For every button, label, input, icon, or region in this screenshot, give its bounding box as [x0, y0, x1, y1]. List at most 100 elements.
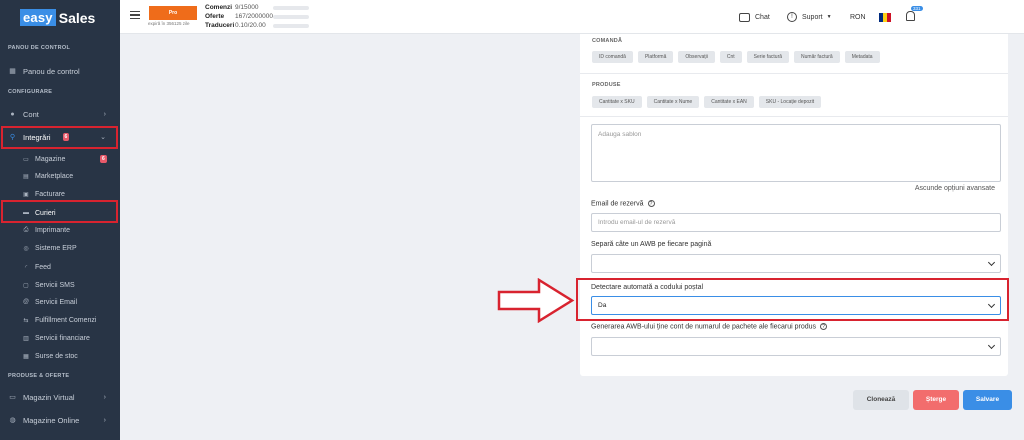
sidebar-item-label: Servicii Email [35, 298, 78, 306]
save-button[interactable]: Salvare [963, 390, 1012, 410]
divider [580, 116, 1008, 117]
printer-icon: ⎙ [23, 226, 29, 233]
awb-packages-label-text: Generarea AWB-ului ține cont de numarul … [591, 323, 817, 331]
sidebar-item-label: Imprimante [35, 226, 71, 234]
chip-qty-name[interactable]: Cantitate x Nume [646, 96, 700, 108]
delete-button[interactable]: Șterge [913, 390, 959, 410]
stock-icon: ▦ [23, 353, 29, 360]
quota-value: 0.10/20.00 [235, 22, 266, 29]
quota-value: 167/2000000 [235, 13, 273, 20]
sidebar-item-email[interactable]: @ Servicii Email [0, 293, 120, 311]
quota-label: Traduceri [205, 22, 235, 29]
chip-observations[interactable]: Observații [678, 51, 715, 63]
chevron-right-icon: › [103, 110, 106, 118]
quota-label: Oferte [205, 13, 225, 20]
fulfillment-icon: ⇆ [23, 317, 29, 324]
chip-qty-ean[interactable]: Cantitate x EAN [704, 96, 754, 108]
backup-email-placeholder: Introdu email-ul de rezervă [598, 219, 676, 226]
sidebar: easy Sales PANOU DE CONTROL ▦ Panou de c… [0, 0, 120, 440]
notifications-badge: 331 [911, 6, 923, 11]
sidebar-item-fulfillment[interactable]: ⇆ Fulfillment Comenzi [0, 311, 120, 329]
awb-packages-select[interactable] [591, 337, 1001, 356]
sidebar-item-stores[interactable]: ▭ Magazine 6 [0, 150, 120, 168]
highlight-integrations [1, 126, 118, 149]
sidebar-item-label: Magazine [35, 155, 66, 163]
chip-metadata[interactable]: Metadata [844, 51, 880, 63]
notifications-button[interactable]: 331 [906, 0, 923, 34]
hide-advanced-link[interactable]: Ascunde opțiuni avansate [915, 185, 995, 192]
chevron-right-icon: › [103, 393, 106, 401]
chip-invoice-number[interactable]: Număr factură [794, 51, 840, 63]
cart-icon: ▭ [9, 394, 16, 401]
chevron-right-icon: › [103, 416, 106, 424]
awb-packages-label: Generarea AWB-ului ține cont de numarul … [591, 323, 828, 331]
quota-bar [273, 14, 309, 19]
sidebar-item-dashboard[interactable]: ▦ Panou de control [0, 62, 120, 80]
language-flag[interactable] [879, 0, 891, 34]
store-icon: ▭ [23, 156, 29, 163]
order-section-label: COMANDĂ [592, 38, 623, 44]
sidebar-item-label: Facturare [35, 190, 65, 198]
at-icon: @ [22, 299, 30, 305]
invoice-icon: ▣ [23, 191, 29, 198]
plan-badge[interactable]: Pro [149, 6, 197, 20]
chip-platform[interactable]: Platformă [637, 51, 674, 63]
chevron-down-icon [987, 341, 996, 350]
section-dashboard: PANOU DE CONTROL [8, 45, 71, 51]
quota-label: Comenzi [205, 4, 233, 11]
sidebar-item-finance[interactable]: ▥ Servicii financiare [0, 329, 120, 347]
arrow-right-icon [497, 278, 575, 323]
separate-awb-label: Separă câte un AWB pe fiecare pagină [591, 241, 712, 248]
support-button[interactable]: ! Suport ▼ [787, 0, 832, 34]
logo-sales: Sales [58, 9, 96, 26]
separate-awb-select[interactable] [591, 254, 1001, 273]
romania-flag-icon [879, 12, 891, 22]
chip-cnt[interactable]: Cnt [719, 51, 742, 63]
sidebar-item-erp[interactable]: ◎ Sisteme ERP [0, 239, 120, 257]
template-textarea[interactable]: Adauga sablon [591, 124, 1001, 182]
user-icon: ● [10, 110, 15, 118]
currency-select[interactable]: RON [850, 0, 866, 34]
sidebar-item-label: Magazine Online [23, 415, 80, 425]
backup-email-label: Email de rezervă? [591, 200, 655, 207]
quota-orders: Comenzi 9/15000 [205, 4, 309, 11]
sidebar-item-stock[interactable]: ▦ Surse de stoc [0, 347, 120, 365]
sidebar-item-marketplace[interactable]: ▤ Marketplace [0, 167, 120, 185]
rss-icon: ◜ [24, 264, 28, 271]
sidebar-item-label: Panou de control [23, 66, 80, 76]
sidebar-item-feed[interactable]: ◜ Feed [0, 258, 120, 276]
chevron-down-icon [987, 258, 996, 267]
sidebar-item-label: Sisteme ERP [35, 244, 77, 252]
help-icon[interactable]: ? [647, 200, 655, 207]
marketplace-icon: ▤ [23, 173, 29, 180]
section-products: PRODUSE & OFERTE [8, 373, 70, 379]
bell-wrap: 331 [906, 6, 923, 23]
globe-icon: ◍ [9, 417, 16, 424]
sidebar-item-online-stores[interactable]: ◍ Magazine Online › [0, 411, 120, 429]
chat-button[interactable]: Chat [739, 0, 770, 34]
chip-invoice-series[interactable]: Serie factură [746, 51, 790, 63]
sidebar-item-printers[interactable]: ⎙ Imprimante [0, 221, 120, 239]
clone-button[interactable]: Clonează [853, 390, 909, 410]
help-circle-icon: ! [787, 12, 797, 22]
highlight-auto-postal [576, 278, 1009, 321]
sidebar-item-virtual-store[interactable]: ▭ Magazin Virtual › [0, 388, 120, 406]
backup-email-input[interactable]: Introdu email-ul de rezervă [591, 213, 1001, 232]
quota-offers: Oferte 167/2000000 [205, 13, 309, 20]
logo[interactable]: easy Sales [20, 9, 95, 26]
sidebar-item-account[interactable]: ● Cont › [0, 105, 120, 123]
help-icon[interactable]: ? [820, 323, 828, 330]
sidebar-item-label: Cont [23, 109, 39, 119]
chip-sku-location[interactable]: SKU - Locație depozit [758, 96, 822, 108]
plan-expiry: expiră în 356125 zile [148, 21, 190, 26]
chip-order-id[interactable]: ID comandă [592, 51, 633, 63]
sidebar-item-label: Fulfillment Comenzi [35, 316, 97, 324]
backup-email-label-text: Email de rezervă [591, 200, 644, 208]
sidebar-item-sms[interactable]: ▢ Servicii SMS [0, 276, 120, 294]
chip-qty-sku[interactable]: Cantitate x SKU [592, 96, 642, 108]
quota-value: 9/15000 [235, 4, 259, 11]
menu-icon[interactable] [130, 11, 140, 19]
sms-icon: ▢ [23, 282, 29, 289]
section-config: CONFIGURARE [8, 89, 53, 95]
sidebar-item-label: Marketplace [35, 172, 74, 180]
